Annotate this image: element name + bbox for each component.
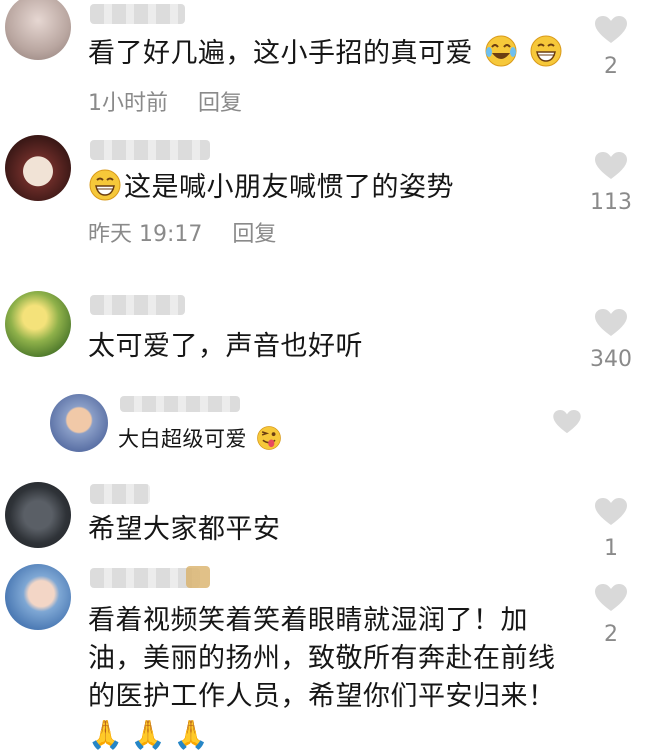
badge-blurred (186, 566, 210, 588)
avatar[interactable] (5, 291, 71, 357)
comment-line: 油，美丽的扬州，致敬所有奔赴在前线 (88, 643, 556, 674)
grinning-emoji-icon (529, 34, 563, 78)
folded-hands-emoji-icon: 🙏 (88, 718, 131, 751)
comment-text: 这是喊小朋友喊惯了的姿势 (88, 168, 454, 212)
heart-icon[interactable] (580, 584, 642, 612)
avatar[interactable] (50, 394, 108, 452)
comment-text-content: 这是喊小朋友喊惯了的姿势 (124, 172, 454, 203)
reply-button[interactable]: 回复 (198, 91, 242, 116)
comment-line: 的医护工作人员，希望你们平安归来！ (88, 681, 556, 712)
username-blurred[interactable] (90, 4, 185, 24)
like-button[interactable]: 2 (580, 584, 642, 647)
comment-text-content: 太可爱了，声音也好听 (88, 331, 363, 362)
like-count: 113 (590, 190, 632, 215)
winking-tongue-emoji-icon (256, 425, 282, 459)
like-button[interactable]: 1 (580, 498, 642, 561)
comment-text: 希望大家都平安 (88, 512, 281, 548)
comment-time: 1小时前 (88, 91, 168, 116)
grinning-emoji-icon (88, 168, 122, 212)
folded-hands-emoji-icon: 🙏 (173, 718, 217, 751)
username-blurred[interactable] (90, 140, 210, 160)
comment-time: 昨天 19:17 (88, 222, 203, 247)
avatar[interactable] (5, 0, 71, 60)
laughing-crying-emoji-icon (484, 34, 518, 78)
username-blurred[interactable] (90, 568, 200, 588)
username-blurred[interactable] (120, 396, 240, 412)
comment-meta: 1小时前 回复 (88, 85, 242, 117)
like-count: 2 (604, 54, 618, 79)
comment-text: 看着视频笑着笑着眼睛就湿润了！加 油，美丽的扬州，致敬所有奔赴在前线 的医护工作… (88, 602, 556, 754)
heart-icon[interactable] (536, 410, 598, 434)
folded-hands-emoji-icon: 🙏 (130, 718, 174, 751)
emoji-row: 🙏🙏🙏 (88, 716, 556, 754)
comment-text: 看了好几遍，这小手招的真可爱 (88, 34, 563, 78)
comment-text: 太可爱了，声音也好听 (88, 329, 363, 365)
comment-text-content: 看了好几遍，这小手招的真可爱 (88, 38, 473, 69)
comment-text-content: 希望大家都平安 (88, 514, 281, 545)
username-blurred[interactable] (90, 295, 185, 315)
like-count: 1 (604, 536, 618, 561)
like-button[interactable] (536, 410, 598, 434)
like-button[interactable]: 340 (580, 309, 642, 372)
comment-text: 大白超级可爱 (118, 424, 282, 459)
username-blurred[interactable] (90, 484, 150, 504)
like-button[interactable]: 2 (580, 16, 642, 79)
heart-icon[interactable] (580, 309, 642, 337)
like-count: 2 (604, 622, 618, 647)
avatar[interactable] (5, 135, 71, 201)
like-count: 340 (590, 347, 632, 372)
like-button[interactable]: 113 (580, 152, 642, 215)
comment-line: 看着视频笑着笑着眼睛就湿润了！加 (88, 605, 528, 636)
heart-icon[interactable] (580, 16, 642, 44)
comment-text-content: 大白超级可爱 (118, 427, 247, 451)
reply-button[interactable]: 回复 (232, 222, 276, 247)
heart-icon[interactable] (580, 498, 642, 526)
heart-icon[interactable] (580, 152, 642, 180)
comment-meta: 昨天 19:17 回复 (88, 216, 276, 248)
avatar[interactable] (5, 482, 71, 548)
avatar[interactable] (5, 564, 71, 630)
